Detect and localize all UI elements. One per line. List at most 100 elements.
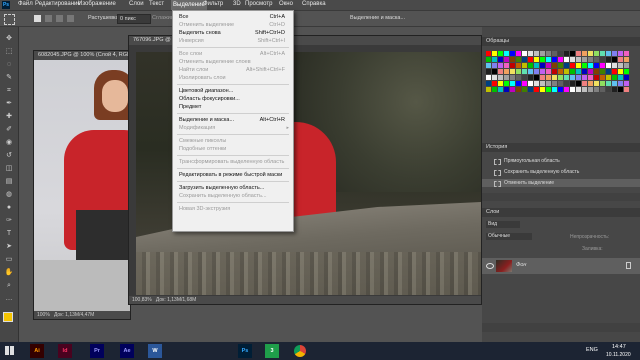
color-swatch[interactable] — [516, 57, 521, 62]
color-swatch[interactable] — [486, 87, 491, 92]
color-swatch[interactable] — [498, 75, 503, 80]
color-swatch[interactable] — [546, 51, 551, 56]
color-swatch[interactable] — [570, 69, 575, 74]
hand-tool-icon[interactable]: ✋ — [4, 269, 14, 276]
zoom-tool-icon[interactable]: ⌕ — [4, 282, 14, 289]
color-swatch[interactable] — [624, 63, 629, 68]
color-swatch[interactable] — [576, 57, 581, 62]
gradient-tool-icon[interactable]: ▤ — [4, 178, 14, 185]
color-swatch[interactable] — [528, 69, 533, 74]
dodge-tool-icon[interactable]: ● — [4, 204, 14, 211]
layers-panel-title[interactable]: Слои — [482, 208, 640, 217]
menu-10[interactable]: Справка — [302, 1, 326, 7]
color-swatch[interactable] — [486, 81, 491, 86]
color-swatch[interactable] — [504, 87, 509, 92]
color-swatch[interactable] — [588, 51, 593, 56]
select-menu-item-24[interactable]: Загрузить выделенную область... — [173, 184, 293, 192]
color-swatch[interactable] — [588, 75, 593, 80]
color-swatch[interactable] — [498, 57, 503, 62]
lasso-tool-icon[interactable]: ◌ — [4, 61, 14, 68]
menu-7[interactable]: 3D — [233, 1, 241, 7]
color-swatch[interactable] — [498, 69, 503, 74]
color-swatch[interactable] — [576, 81, 581, 86]
color-swatch[interactable] — [606, 75, 611, 80]
color-swatch[interactable] — [612, 51, 617, 56]
visibility-eye-icon[interactable] — [486, 263, 494, 269]
clock-time[interactable]: 14:47 — [612, 344, 626, 350]
color-swatch[interactable] — [558, 69, 563, 74]
color-swatch[interactable] — [618, 63, 623, 68]
color-swatch[interactable] — [546, 81, 551, 86]
windows-start-icon[interactable] — [5, 346, 14, 355]
move-tool-icon[interactable]: ✥ — [4, 35, 14, 42]
color-swatch[interactable] — [594, 51, 599, 56]
menu-6[interactable]: Фильтр — [203, 1, 223, 7]
color-swatch[interactable] — [570, 87, 575, 92]
color-swatch[interactable] — [546, 69, 551, 74]
layer-row-background[interactable]: Фон — [482, 258, 640, 274]
color-swatch[interactable] — [582, 81, 587, 86]
color-swatch[interactable] — [582, 63, 587, 68]
add-selection-icon[interactable] — [45, 15, 52, 22]
color-swatch[interactable] — [546, 57, 551, 62]
pen-tool-icon[interactable]: ✑ — [4, 217, 14, 224]
color-swatch[interactable] — [624, 81, 629, 86]
blur-tool-icon[interactable]: ◍ — [4, 191, 14, 198]
clock-date[interactable]: 10.11.2020 — [606, 352, 631, 358]
color-swatch[interactable] — [570, 51, 575, 56]
color-swatch[interactable] — [588, 81, 593, 86]
path-select-tool-icon[interactable]: ➤ — [4, 243, 14, 250]
taskbar-app-ai-icon[interactable]: Ai — [30, 344, 44, 358]
color-swatch[interactable] — [624, 51, 629, 56]
color-swatch[interactable] — [594, 69, 599, 74]
color-swatch[interactable] — [582, 69, 587, 74]
color-swatch[interactable] — [588, 87, 593, 92]
menu-4[interactable]: Текст — [149, 1, 164, 7]
menu-3[interactable]: Слои — [129, 1, 144, 7]
history-item[interactable]: Отменить выделение — [482, 179, 640, 187]
color-swatch[interactable] — [504, 81, 509, 86]
color-swatch[interactable] — [600, 87, 605, 92]
color-swatch[interactable] — [510, 87, 515, 92]
color-swatch[interactable] — [510, 63, 515, 68]
color-swatch[interactable] — [612, 75, 617, 80]
select-menu-item-11[interactable]: Область фокусировки... — [173, 95, 293, 103]
taskbar-app-w-icon[interactable]: W — [148, 344, 162, 358]
taskbar-app-ps-icon[interactable]: Ps — [238, 344, 252, 358]
shape-tool-icon[interactable]: ▭ — [4, 256, 14, 263]
menu-9[interactable]: Окно — [279, 1, 293, 7]
marquee-tool-icon[interactable]: ⬚ — [4, 48, 14, 55]
color-swatch[interactable] — [534, 57, 539, 62]
color-swatch[interactable] — [624, 57, 629, 62]
color-swatch[interactable] — [510, 57, 515, 62]
color-swatch[interactable] — [516, 87, 521, 92]
color-swatch[interactable] — [618, 57, 623, 62]
color-swatch[interactable] — [534, 81, 539, 86]
color-swatch[interactable] — [540, 81, 545, 86]
marquee-tool-icon[interactable] — [4, 14, 15, 25]
color-swatch[interactable] — [516, 63, 521, 68]
color-swatch[interactable] — [546, 63, 551, 68]
color-swatch[interactable] — [582, 57, 587, 62]
stamp-tool-icon[interactable]: ◉ — [4, 139, 14, 146]
color-swatch[interactable] — [528, 51, 533, 56]
color-swatch[interactable] — [510, 81, 515, 86]
color-swatch[interactable] — [612, 69, 617, 74]
color-swatch[interactable] — [534, 63, 539, 68]
color-swatch[interactable] — [594, 57, 599, 62]
color-swatch[interactable] — [510, 51, 515, 56]
color-swatch[interactable] — [582, 87, 587, 92]
color-swatch[interactable] — [516, 51, 521, 56]
new-selection-icon[interactable] — [34, 15, 41, 22]
color-swatch[interactable] — [540, 63, 545, 68]
color-swatch[interactable] — [618, 81, 623, 86]
taskbar-app-id-icon[interactable]: Id — [58, 344, 72, 358]
color-swatch[interactable] — [522, 63, 527, 68]
color-swatch[interactable] — [576, 69, 581, 74]
layers-kind-filter[interactable]: Вид — [486, 221, 520, 228]
color-swatch[interactable] — [522, 81, 527, 86]
keyboard-language[interactable]: ENG — [586, 347, 598, 353]
color-swatch[interactable] — [624, 87, 629, 92]
color-swatch[interactable] — [522, 51, 527, 56]
color-swatch[interactable] — [534, 51, 539, 56]
